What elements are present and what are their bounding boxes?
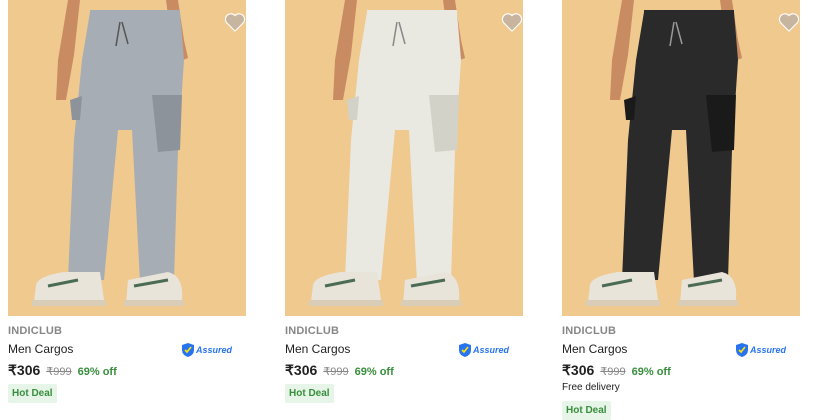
discount-label: 69% off — [631, 366, 671, 378]
cargo-pants-illustration — [285, 0, 523, 316]
discount-label: 69% off — [77, 366, 117, 378]
assured-label: Assured — [473, 345, 510, 355]
product-title[interactable]: Men Cargos — [285, 342, 350, 356]
cargo-pants-illustration — [8, 0, 246, 316]
assured-label: Assured — [196, 345, 233, 355]
product-image[interactable] — [8, 0, 246, 316]
assured-badge: Assured — [736, 342, 786, 358]
hot-deal-badge: Hot Deal — [285, 384, 334, 403]
assured-label: Assured — [750, 345, 787, 355]
assured-badge: Assured — [459, 342, 509, 358]
assured-shield-icon — [459, 343, 471, 357]
product-title[interactable]: Men Cargos — [8, 342, 73, 356]
product-card[interactable]: INDICLUB Men Cargos Assured ₹306 ₹999 69… — [8, 0, 246, 416]
product-brand: INDICLUB — [8, 325, 63, 337]
selling-price: ₹306 — [8, 362, 41, 378]
price-row: ₹306 ₹999 69% off — [285, 362, 394, 379]
product-image[interactable] — [285, 0, 523, 316]
hot-deal-badge: Hot Deal — [8, 384, 57, 403]
discount-label: 69% off — [354, 366, 394, 378]
original-price: ₹999 — [323, 366, 349, 378]
assured-badge: Assured — [182, 342, 232, 358]
product-brand: INDICLUB — [285, 325, 340, 337]
heart-icon[interactable] — [778, 12, 800, 32]
assured-shield-icon — [182, 343, 194, 357]
product-title[interactable]: Men Cargos — [562, 342, 627, 356]
price-row: ₹306 ₹999 69% off — [562, 362, 671, 379]
hot-deal-badge: Hot Deal — [562, 401, 611, 420]
price-row: ₹306 ₹999 69% off — [8, 362, 117, 379]
selling-price: ₹306 — [562, 362, 595, 378]
cargo-pants-illustration — [562, 0, 800, 316]
selling-price: ₹306 — [285, 362, 318, 378]
product-brand: INDICLUB — [562, 325, 617, 337]
product-image[interactable] — [562, 0, 800, 316]
original-price: ₹999 — [600, 366, 626, 378]
product-card[interactable]: INDICLUB Men Cargos Assured ₹306 ₹999 69… — [285, 0, 523, 416]
assured-shield-icon — [736, 343, 748, 357]
original-price: ₹999 — [46, 366, 72, 378]
delivery-info: Free delivery — [562, 382, 620, 393]
heart-icon[interactable] — [224, 12, 246, 32]
heart-icon[interactable] — [501, 12, 523, 32]
product-card[interactable]: INDICLUB Men Cargos Assured ₹306 ₹999 69… — [562, 0, 800, 420]
